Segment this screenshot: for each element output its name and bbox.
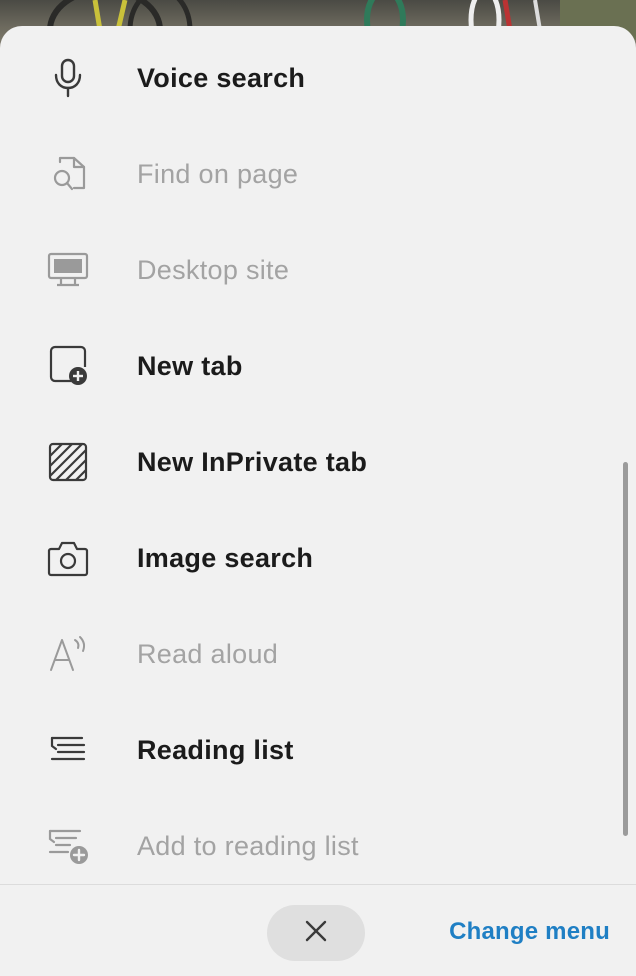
microphone-icon [44,54,92,102]
menu-item-reading-list[interactable]: Reading list [0,702,636,798]
menu-item-new-tab[interactable]: New tab [0,318,636,414]
menu-item-label: Add to reading list [137,830,359,861]
menu-list: Voice search Find on page Desktop site N… [0,30,636,894]
find-on-page-icon [44,150,92,198]
scrollbar[interactable] [623,462,628,836]
menu-item-read-aloud[interactable]: Read aloud [0,606,636,702]
menu-item-desktop-site[interactable]: Desktop site [0,222,636,318]
desktop-monitor-icon [44,246,92,294]
reading-list-icon [44,726,92,774]
menu-item-label: Voice search [137,62,306,93]
menu-item-label: New InPrivate tab [137,446,368,477]
menu-item-label: Desktop site [137,254,290,285]
menu-item-label: Reading list [137,734,294,765]
close-icon [304,919,328,948]
menu-item-label: New tab [137,350,243,381]
new-tab-icon [44,342,92,390]
menu-item-label: Read aloud [137,638,279,669]
menu-item-add-to-reading-list[interactable]: Add to reading list [0,798,636,894]
add-to-reading-list-icon [44,822,92,870]
menu-footer: Change menu [0,884,636,976]
menu-item-new-inprivate-tab[interactable]: New InPrivate tab [0,414,636,510]
inprivate-tab-icon [44,438,92,486]
read-aloud-icon [44,630,92,678]
menu-item-find-on-page[interactable]: Find on page [0,126,636,222]
menu-item-image-search[interactable]: Image search [0,510,636,606]
menu-item-label: Find on page [137,158,299,189]
menu-item-label: Image search [137,542,314,573]
menu-item-voice-search[interactable]: Voice search [0,30,636,126]
camera-icon [44,534,92,582]
change-menu-button[interactable]: Change menu [449,918,610,946]
close-button[interactable] [267,905,365,961]
menu-sheet: Voice search Find on page Desktop site N… [0,26,636,976]
